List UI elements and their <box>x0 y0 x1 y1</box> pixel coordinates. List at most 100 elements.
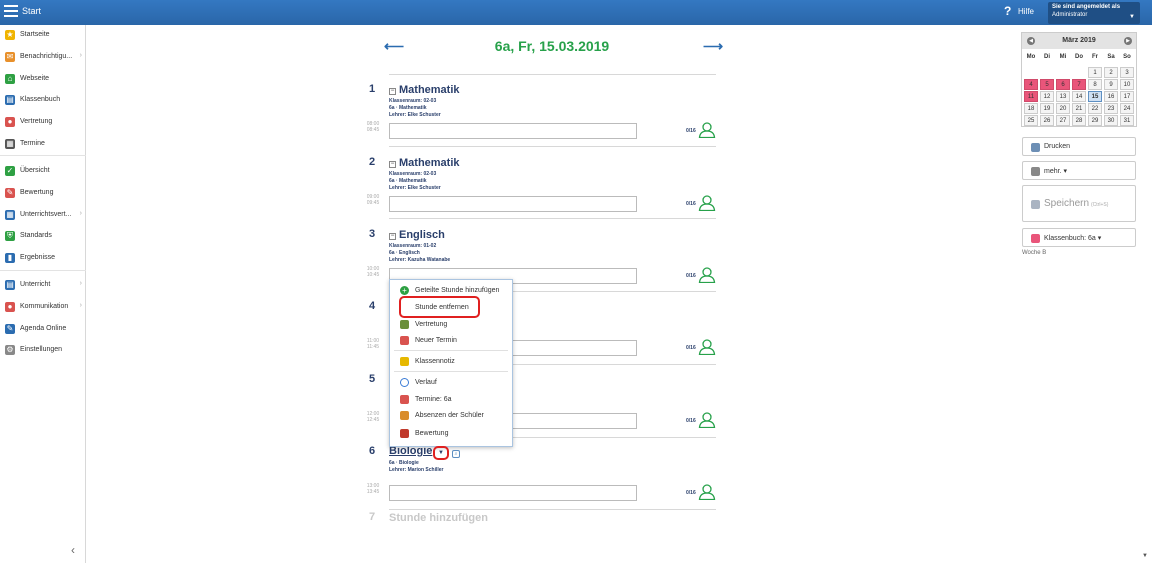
calendar-day[interactable]: 17 <box>1120 91 1134 102</box>
sidebar-item-shield[interactable]: ⛨ Standards <box>0 228 86 246</box>
calendar-day[interactable]: 4 <box>1024 79 1038 90</box>
calendar-day[interactable]: 6 <box>1056 79 1070 90</box>
sidebar-item-check[interactable]: ✓ Übersicht <box>0 163 86 181</box>
sidebar-item-book[interactable]: ▤ Klassenbuch <box>0 92 86 110</box>
sidebar-item-pen[interactable]: ✎ Agenda Online <box>0 321 86 339</box>
calendar-day[interactable]: 8 <box>1088 79 1102 90</box>
menu-item-verlauf[interactable]: Verlauf <box>390 375 512 391</box>
collapse-icon[interactable]: − <box>389 233 396 240</box>
book-icon: ▤ <box>5 95 15 105</box>
lesson-subject-title[interactable]: − Mathematik <box>389 157 460 169</box>
attendance-person-icon[interactable] <box>698 484 716 501</box>
collapse-icon[interactable]: − <box>389 161 396 168</box>
menu-item-vertretung[interactable]: Vertretung <box>390 317 512 333</box>
calendar-day[interactable]: 9 <box>1104 79 1118 90</box>
lesson-subject-title[interactable]: − Mathematik <box>389 84 460 96</box>
calendar-day[interactable]: 26 <box>1040 115 1054 126</box>
calendar-day[interactable]: 19 <box>1040 103 1054 114</box>
hamburger-menu-icon[interactable] <box>4 5 18 19</box>
lesson-divider <box>389 218 716 219</box>
sidebar-item-calendar[interactable]: ▦ Termine <box>0 136 86 154</box>
calendar-day[interactable]: 29 <box>1088 115 1102 126</box>
lesson-teacher: Lehrer: Kazuha Watanabe <box>389 257 451 263</box>
sidebar-item-label: Bewertung <box>20 189 54 196</box>
sidebar-item-mail[interactable]: ✉ Benachrichtigu... › <box>0 49 86 67</box>
calendar-month: März 2019 <box>1022 33 1136 49</box>
scroll-down-arrow-icon[interactable]: ▼ <box>1142 553 1148 559</box>
calendar-day[interactable]: 1 <box>1088 67 1102 78</box>
calendar-day[interactable]: 3 <box>1120 67 1134 78</box>
sidebar-item-grade[interactable]: ✎ Bewertung <box>0 185 86 203</box>
attendance-person-icon[interactable] <box>698 122 716 139</box>
calendar-day[interactable]: 28 <box>1072 115 1086 126</box>
subject-name: Mathematik <box>399 157 460 169</box>
collapse-sidebar-icon[interactable]: ‹ <box>71 543 75 557</box>
calendar-day[interactable]: 24 <box>1120 103 1134 114</box>
calendar-day[interactable]: 10 <box>1120 79 1134 90</box>
attendance-person-icon[interactable] <box>698 339 716 356</box>
help-link[interactable]: Hilfe <box>1018 7 1034 16</box>
next-day-arrow-icon[interactable]: ⟶ <box>703 38 723 55</box>
lesson-number-add: 7 <box>369 511 376 523</box>
sidebar-item-person[interactable]: ● Vertretung <box>0 114 86 132</box>
menu-item-label: Klassennotiz <box>415 358 455 365</box>
calendar-day[interactable]: 30 <box>1104 115 1118 126</box>
collapse-icon[interactable]: − <box>389 88 396 95</box>
classbook-calendar-icon <box>1031 234 1040 243</box>
sidebar-item-grid[interactable]: ▦ Unterrichtsvert... › <box>0 207 86 225</box>
attendance-person-icon[interactable] <box>698 412 716 429</box>
lesson-topic-input[interactable] <box>389 485 637 501</box>
classbook-select[interactable]: Klassenbuch: 6a ▾ <box>1022 228 1136 247</box>
sidebar-item-star[interactable]: ★ Startseite <box>0 27 86 45</box>
menu-item-termine-6a[interactable]: Termine: 6a <box>390 392 512 408</box>
menu-item-klassennotiz[interactable]: Klassennotiz <box>390 354 512 370</box>
calendar-day[interactable]: 2 <box>1104 67 1118 78</box>
sidebar-item-home[interactable]: ⌂ Webseite <box>0 71 86 89</box>
sidebar-item-label: Benachrichtigu... <box>20 53 73 60</box>
add-lesson-button[interactable]: Stunde hinzufügen <box>389 512 488 524</box>
lesson-search-icon[interactable]: ⌕ <box>452 450 460 458</box>
sidebar-item-chat[interactable]: ● Kommunikation › <box>0 299 86 317</box>
calendar-day[interactable]: 23 <box>1104 103 1118 114</box>
calendar-day[interactable]: 25 <box>1024 115 1038 126</box>
calendar-day[interactable]: 31 <box>1120 115 1134 126</box>
calendar-day[interactable]: 27 <box>1056 115 1070 126</box>
calendar-day[interactable]: 14 <box>1072 91 1086 102</box>
calendar-day[interactable]: 21 <box>1072 103 1086 114</box>
lesson-divider <box>389 146 716 147</box>
calendar-next-icon[interactable]: ▶ <box>1124 37 1132 45</box>
calendar-day[interactable]: 5 <box>1040 79 1054 90</box>
help-icon[interactable]: ? <box>1004 4 1011 18</box>
print-button[interactable]: Drucken <box>1022 137 1136 156</box>
calendar-prev-icon[interactable]: ◀ <box>1027 37 1035 45</box>
start-link[interactable]: Start <box>22 6 41 16</box>
lesson-menu-toggle-button[interactable]: ▼ <box>433 446 449 460</box>
save-button[interactable]: Speichern (Ctrl+S) <box>1022 185 1136 222</box>
sidebar-item-bar-chart[interactable]: ▮ Ergebnisse <box>0 250 86 268</box>
calendar-day[interactable]: 12 <box>1040 91 1054 102</box>
lesson-course: 6a · Biologie <box>389 460 419 466</box>
calendar-day[interactable]: 13 <box>1056 91 1070 102</box>
calendar-day[interactable]: 16 <box>1104 91 1118 102</box>
attendance-person-icon[interactable] <box>698 195 716 212</box>
menu-item-bewertung[interactable]: Bewertung <box>390 426 512 442</box>
sidebar-item-class[interactable]: ▤ Unterricht › <box>0 277 86 295</box>
calendar-day[interactable]: 7 <box>1072 79 1086 90</box>
lesson-topic-input[interactable] <box>389 196 637 212</box>
lesson-subject-title[interactable]: − Englisch <box>389 229 445 241</box>
calendar-day[interactable]: 15 <box>1088 91 1102 102</box>
menu-item-absenzen-der-sch-ler[interactable]: Absenzen der Schüler <box>390 408 512 424</box>
calendar-day[interactable]: 11 <box>1024 91 1038 102</box>
previous-day-arrow-icon[interactable]: ⟵ <box>384 38 404 55</box>
sidebar-item-label: Termine <box>20 140 45 147</box>
calendar-day[interactable]: 18 <box>1024 103 1038 114</box>
attendance-person-icon[interactable] <box>698 267 716 284</box>
user-menu[interactable]: Sie sind angemeldet als Administrator ▼ <box>1048 2 1140 24</box>
menu-item-neuer-termin[interactable]: Neuer Termin <box>390 333 512 349</box>
more-button[interactable]: mehr. ▾ <box>1022 161 1136 180</box>
calendar-day[interactable]: 22 <box>1088 103 1102 114</box>
sidebar-item-gear[interactable]: ⚙ Einstellungen <box>0 342 86 360</box>
lesson-topic-input[interactable] <box>389 123 637 139</box>
subject-name: Mathematik <box>399 84 460 96</box>
calendar-day[interactable]: 20 <box>1056 103 1070 114</box>
